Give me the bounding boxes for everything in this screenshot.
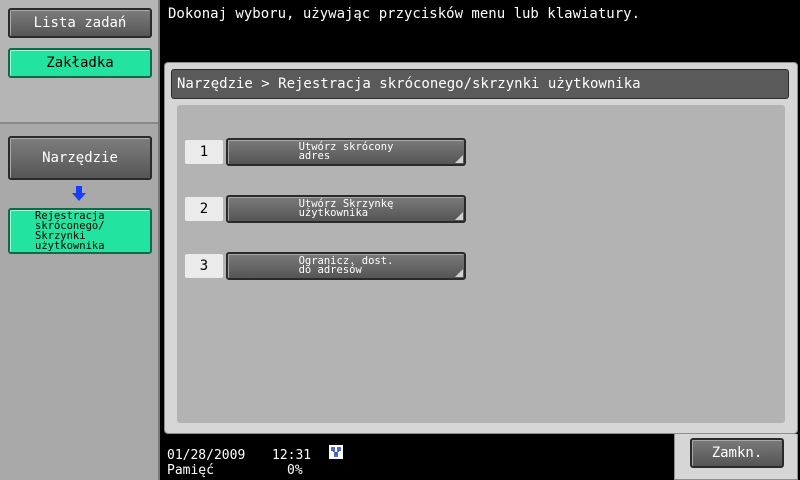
menu-label-line: użytkownika bbox=[298, 207, 369, 219]
job-list-button[interactable]: Lista zadań bbox=[8, 8, 152, 38]
status-time: 12:31 bbox=[272, 448, 312, 463]
restrict-address-access-button[interactable]: Ogranicz. dost. do adresów bbox=[226, 252, 466, 280]
create-user-box-button[interactable]: Utwórz Skrzynkę użytkownika bbox=[226, 195, 466, 223]
memory-value: 0% bbox=[287, 463, 303, 478]
menu-number-2: 2 bbox=[185, 197, 223, 221]
main-panel: Narzędzie > Rejestracja skróconego/skrzy… bbox=[164, 62, 798, 434]
status-date: 01/28/2009 bbox=[167, 448, 246, 463]
button-corner-mark bbox=[455, 212, 463, 220]
breadcrumb: Narzędzie > Rejestracja skróconego/skrzy… bbox=[171, 69, 789, 99]
menu-content: 1 Utwórz skrócony adres 2 Utwórz Skrzynk… bbox=[177, 105, 785, 423]
menu-number-3: 3 bbox=[185, 254, 223, 278]
create-short-address-button[interactable]: Utwórz skrócony adres bbox=[226, 138, 466, 166]
instruction-message: Dokonaj wyboru, używając przycisków menu… bbox=[168, 6, 641, 22]
menu-label-line: do adresów bbox=[298, 264, 362, 276]
current-menu-item[interactable]: Rejestracja skróconego/ Skrzynki użytkow… bbox=[8, 208, 152, 254]
tool-button[interactable]: Narzędzie bbox=[8, 136, 152, 180]
bookmark-button[interactable]: Zakładka bbox=[8, 48, 152, 78]
button-corner-mark bbox=[455, 269, 463, 277]
button-corner-mark bbox=[455, 155, 463, 163]
menu-label-line: adres bbox=[298, 150, 331, 162]
arrow-down-icon bbox=[72, 186, 86, 201]
close-button[interactable]: Zamkn. bbox=[690, 438, 784, 468]
network-status-icon bbox=[329, 445, 343, 459]
close-button-area: Zamkn. bbox=[674, 434, 798, 480]
menu-number-1: 1 bbox=[185, 140, 223, 164]
current-item-line-4: użytkownika bbox=[35, 240, 105, 252]
memory-label: Pamięć bbox=[167, 463, 214, 478]
left-sidebar: Lista zadań Zakładka Narzędzie Rejestrac… bbox=[0, 0, 160, 480]
